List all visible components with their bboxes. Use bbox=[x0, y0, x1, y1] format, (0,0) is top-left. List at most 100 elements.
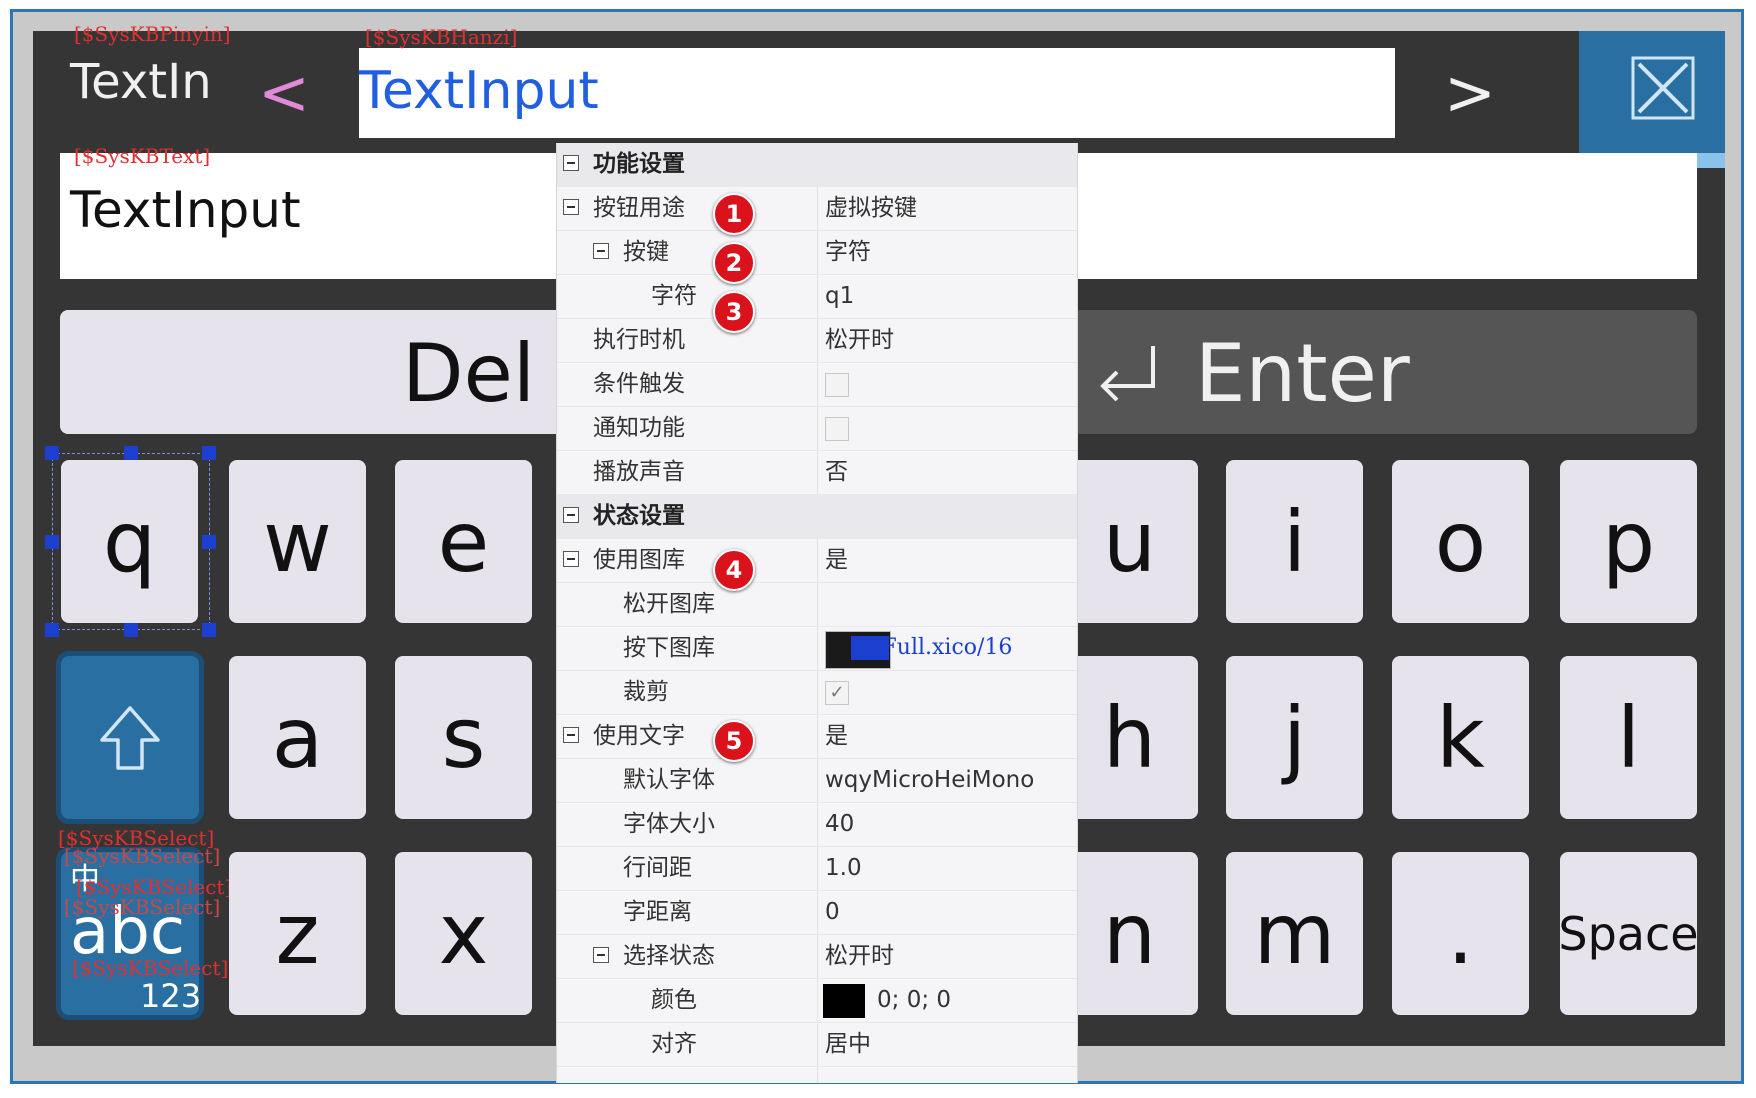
crop-checkbox[interactable]: ✓ bbox=[825, 681, 849, 705]
key-k[interactable]: k bbox=[1392, 656, 1529, 819]
key-w[interactable]: w bbox=[229, 460, 366, 623]
prop-value[interactable]: 1.0 bbox=[825, 855, 862, 881]
prop-value[interactable]: q1 bbox=[825, 283, 854, 309]
selection-handle[interactable] bbox=[124, 623, 138, 637]
prop-line-spacing[interactable]: 行间距 1.0 bbox=[557, 847, 1077, 891]
prop-align[interactable]: 对齐 居中 bbox=[557, 1023, 1077, 1067]
prop-label: 条件触发 bbox=[593, 371, 685, 397]
prev-candidate-button[interactable]: < bbox=[258, 62, 310, 124]
prop-crop[interactable]: 裁剪 ✓ bbox=[557, 671, 1077, 715]
prop-value[interactable]: KbFull.xico/16 bbox=[851, 635, 1013, 661]
section-label: 状态设置 bbox=[593, 503, 685, 529]
prop-color[interactable]: 颜色 0; 0; 0 bbox=[557, 979, 1077, 1023]
prop-label: 字符 bbox=[651, 283, 697, 309]
select-tag: [$SysKBSelect] bbox=[76, 875, 233, 899]
pinyin-tag: [$SysKBPinyin] bbox=[74, 22, 231, 46]
key-i[interactable]: i bbox=[1226, 460, 1363, 623]
select-tag: [$SysKBSelect] bbox=[64, 844, 221, 868]
prop-label: 通知功能 bbox=[593, 415, 685, 441]
callout-badge-2: 2 bbox=[713, 242, 755, 284]
key-m[interactable]: m bbox=[1226, 852, 1363, 1015]
collapse-icon[interactable] bbox=[593, 243, 609, 259]
prop-value[interactable]: 是 bbox=[825, 723, 848, 749]
selection-handle[interactable] bbox=[202, 623, 216, 637]
shift-arrow-icon bbox=[100, 706, 160, 770]
color-swatch[interactable] bbox=[823, 984, 865, 1018]
prop-char[interactable]: 字符 q1 bbox=[557, 275, 1077, 319]
key-z[interactable]: z bbox=[229, 852, 366, 1015]
prop-label: 使用文字 bbox=[593, 723, 685, 749]
prop-value[interactable]: 字符 bbox=[825, 239, 871, 265]
key-p[interactable]: p bbox=[1560, 460, 1697, 623]
prop-label: 松开图库 bbox=[623, 591, 715, 617]
key-s[interactable]: s bbox=[395, 656, 532, 819]
prop-value[interactable]: 居中 bbox=[825, 1031, 871, 1057]
prop-value[interactable]: 虚拟按键 bbox=[825, 195, 917, 221]
selection-handle[interactable] bbox=[45, 535, 59, 549]
notify-checkbox[interactable] bbox=[825, 417, 849, 441]
prop-press-gallery[interactable]: 按下图库 KbFull.xico/16 bbox=[557, 627, 1077, 671]
hanzi-candidate-text[interactable]: TextInput bbox=[359, 60, 599, 122]
collapse-icon[interactable] bbox=[563, 155, 579, 171]
prop-value[interactable]: 是 bbox=[825, 547, 848, 573]
prop-font-size[interactable]: 字体大小 40 bbox=[557, 803, 1077, 847]
selection-handle[interactable] bbox=[202, 446, 216, 460]
collapse-icon[interactable] bbox=[563, 551, 579, 567]
prop-cond-trigger[interactable]: 条件触发 bbox=[557, 363, 1077, 407]
selection-handle[interactable] bbox=[202, 535, 216, 549]
prop-label: 裁剪 bbox=[623, 679, 669, 705]
prop-key[interactable]: 按键 字符 bbox=[557, 231, 1077, 275]
key-l[interactable]: l bbox=[1560, 656, 1697, 819]
key-a[interactable]: a bbox=[229, 656, 366, 819]
prop-notify[interactable]: 通知功能 bbox=[557, 407, 1077, 451]
close-button[interactable] bbox=[1579, 31, 1725, 168]
collapse-icon[interactable] bbox=[563, 199, 579, 215]
prop-button-use[interactable]: 按钮用途 虚拟按键 bbox=[557, 187, 1077, 231]
prop-label: 颜色 bbox=[651, 987, 697, 1013]
prop-default-font[interactable]: 默认字体 wqyMicroHeiMono bbox=[557, 759, 1077, 803]
section-function-settings[interactable]: 功能设置 bbox=[557, 143, 1077, 187]
key-n[interactable]: n bbox=[1061, 852, 1198, 1015]
prop-label: 字体大小 bbox=[623, 811, 715, 837]
selection-handle[interactable] bbox=[124, 446, 138, 460]
key-o[interactable]: o bbox=[1392, 460, 1529, 623]
prop-value[interactable]: wqyMicroHeiMono bbox=[825, 767, 1034, 793]
shift-key[interactable] bbox=[61, 656, 199, 819]
prop-value[interactable]: 松开时 bbox=[825, 943, 894, 969]
prop-play-sound[interactable]: 播放声音 否 bbox=[557, 451, 1077, 495]
key-space[interactable]: Space bbox=[1558, 852, 1699, 1015]
key-u[interactable]: u bbox=[1061, 460, 1198, 623]
prop-use-text[interactable]: 使用文字 是 bbox=[557, 715, 1077, 759]
prop-use-gallery[interactable]: 使用图库 是 bbox=[557, 539, 1077, 583]
lang-123-label: 123 bbox=[140, 977, 202, 1015]
prop-char-spacing[interactable]: 字距离 0 bbox=[557, 891, 1077, 935]
prop-value[interactable]: 40 bbox=[825, 811, 854, 837]
prop-exec-time[interactable]: 执行时机 松开时 bbox=[557, 319, 1077, 363]
prop-label: 默认字体 bbox=[623, 767, 715, 793]
key-h[interactable]: h bbox=[1061, 656, 1198, 819]
key-x[interactable]: x bbox=[395, 852, 532, 1015]
cond-trigger-checkbox[interactable] bbox=[825, 373, 849, 397]
prop-value[interactable]: 松开时 bbox=[825, 327, 894, 353]
prop-label: 选择状态 bbox=[623, 943, 715, 969]
prop-select-state[interactable]: 选择状态 松开时 bbox=[557, 935, 1077, 979]
collapse-icon[interactable] bbox=[563, 507, 579, 523]
collapse-icon[interactable] bbox=[563, 727, 579, 743]
del-key-label: Del bbox=[402, 327, 536, 420]
selection-handle[interactable] bbox=[45, 446, 59, 460]
key-period[interactable]: . bbox=[1392, 852, 1529, 1015]
section-state-settings[interactable]: 状态设置 bbox=[557, 495, 1077, 539]
key-j[interactable]: j bbox=[1226, 656, 1363, 819]
prop-label: 按钮用途 bbox=[593, 195, 685, 221]
prop-value[interactable]: 否 bbox=[825, 459, 848, 485]
prop-value[interactable]: 0; 0; 0 bbox=[877, 987, 951, 1013]
selection-handle[interactable] bbox=[45, 623, 59, 637]
property-panel: 功能设置 按钮用途 虚拟按键 按键 字符 字符 q1 执行时机 松开时 条件触发… bbox=[556, 143, 1078, 1083]
key-e[interactable]: e bbox=[395, 460, 532, 623]
text-tag: [$SysKBText] bbox=[74, 144, 211, 168]
collapse-icon[interactable] bbox=[593, 947, 609, 963]
prop-release-gallery[interactable]: 松开图库 bbox=[557, 583, 1077, 627]
next-candidate-button[interactable]: > bbox=[1444, 62, 1496, 124]
enter-icon bbox=[1100, 346, 1155, 402]
prop-value[interactable]: 0 bbox=[825, 899, 840, 925]
